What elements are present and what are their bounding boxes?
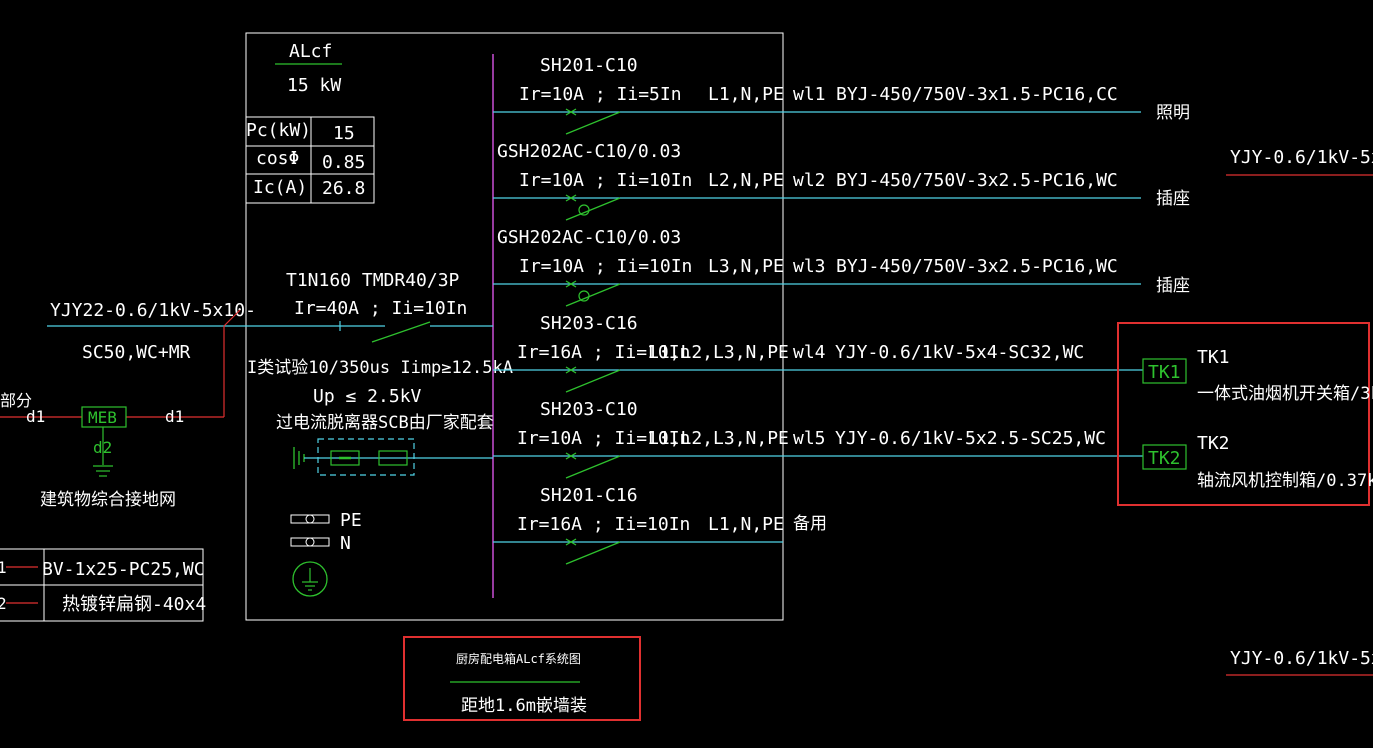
circuit-4-cable: YJY-0.6/1kV-5x4-SC32,WC <box>835 342 1084 363</box>
param-label-ic: Ic(A) <box>253 177 307 198</box>
circuit-spare: SH201-C16 Ir=16A ; Ii=10In L1,N,PE 备用 <box>493 485 827 565</box>
circuit-6-breaker: SH201-C16 <box>540 485 638 506</box>
n-terminal-label: N <box>340 533 351 554</box>
circuit-4-breaker: SH203-C16 <box>540 313 638 334</box>
panel-name: ALcf <box>289 41 332 62</box>
circuit-5-breaker: SH203-C10 <box>540 399 638 420</box>
circuit-2-breaker: GSH202AC-C10/0.03 <box>497 141 681 162</box>
pe-terminal-bar <box>290 514 330 524</box>
circuit-wl5: SH203-C10 Ir=10A ; Ii=10In L1,L2,L3,N,PE… <box>493 399 1143 479</box>
tk2-name: TK2 <box>1197 433 1230 454</box>
incoming-breaker-setting: Ir=40A ; Ii=10In <box>294 298 467 319</box>
n-terminal-bar <box>290 537 330 547</box>
circuit-3-load: 插座 <box>1156 276 1190 296</box>
circuit-3-setting: Ir=10A ; Ii=10In <box>519 256 692 277</box>
param-value-cos: 0.85 <box>322 152 365 173</box>
circuit-wl3: GSH202AC-C10/0.03 Ir=10A ; Ii=10In L3,N,… <box>493 227 1190 307</box>
param-value-pc: 15 <box>333 123 355 144</box>
title-block-subtitle: 距地1.6m嵌墙装 <box>461 696 587 716</box>
panel-power: 15 kW <box>287 75 341 96</box>
incoming-breaker-blade <box>371 321 431 343</box>
ground-label-d1-left: d1 <box>26 407 45 426</box>
param-value-ic: 26.8 <box>322 178 365 199</box>
meb-label: MEB <box>88 408 117 427</box>
circuit-wl4: SH203-C16 Ir=16A ; Ii=10In L1,L2,L3,N,PE… <box>493 313 1143 393</box>
circuit-1-load: 照明 <box>1156 103 1190 123</box>
circuit-1-breaker: SH201-C10 <box>540 55 638 76</box>
circuit-6-phase: L1,N,PE <box>708 514 784 535</box>
incoming-cable-line2: SC50,WC+MR <box>82 342 191 363</box>
parameter-table: Pc(kW) 15 cosΦ 0.85 Ic(A) 26.8 <box>245 116 375 204</box>
legend-code-1: 1 <box>0 558 7 577</box>
earth-symbol-icon <box>93 465 113 477</box>
circuit-2-cable: BYJ-450/750V-3x2.5-PC16,WC <box>836 170 1118 191</box>
circuit-5-id: wl5 <box>793 428 826 449</box>
circuit-1-setting: Ir=10A ; Ii=5In <box>519 84 682 105</box>
circuit-2-load: 插座 <box>1156 189 1190 209</box>
tk1-tag: TK1 <box>1148 362 1181 383</box>
tk2-desc: 轴流风机控制箱/0.37kW <box>1197 471 1373 491</box>
pe-terminal-label: PE <box>340 510 362 531</box>
param-label-cos: cosΦ <box>256 148 299 169</box>
ground-label-d2: d2 <box>93 438 112 457</box>
circuit-3-breaker: GSH202AC-C10/0.03 <box>497 227 681 248</box>
ground-terminal-icon <box>292 561 328 597</box>
circuit-3-phase: L3,N,PE <box>708 256 784 277</box>
ground-label-d1-right: d1 <box>165 407 184 426</box>
circuit-1-cable: BYJ-450/750V-3x1.5-PC16,CC <box>836 84 1118 105</box>
param-label-pc: Pc(kW) <box>246 120 311 141</box>
right-cable-top: YJY-0.6/1kV-5x4 <box>1230 147 1373 168</box>
incoming-breaker-model: T1N160 TMDR40/3P <box>286 270 460 291</box>
circuit-6-load: 备用 <box>793 514 827 534</box>
circuit-1-id: wl1 <box>793 84 826 105</box>
legend-desc-2: 热镀锌扁钢-40x4 <box>62 594 206 615</box>
circuit-3-id: wl3 <box>793 256 826 277</box>
title-block-title: 厨房配电箱ALcf系统图 <box>456 651 581 666</box>
spd-spec-line1: I类试验10/350us Iimp≥12.5kA <box>247 358 513 378</box>
circuit-2-id: wl2 <box>793 170 826 191</box>
circuit-4-phase: L1,L2,L3,N,PE <box>648 342 789 363</box>
circuit-6-setting: Ir=16A ; Ii=10In <box>517 514 690 535</box>
circuit-5-cable: YJY-0.6/1kV-5x2.5-SC25,WC <box>835 428 1106 449</box>
circuit-2-setting: Ir=10A ; Ii=10In <box>519 170 692 191</box>
system-diagram: ALcf 15 kW Pc(kW) 15 cosΦ 0.85 Ic(A) 26.… <box>0 32 1373 721</box>
earth-network-label: 建筑物综合接地网 <box>40 490 176 510</box>
circuit-3-cable: BYJ-450/750V-3x2.5-PC16,WC <box>836 256 1118 277</box>
legend-desc-1: BV-1x25-PC25,WC <box>42 559 205 580</box>
circuit-wl2: GSH202AC-C10/0.03 Ir=10A ; Ii=10In L2,N,… <box>493 141 1190 221</box>
spd-spec-line2: Up ≤ 2.5kV <box>313 386 422 407</box>
legend-code-2: 2 <box>0 594 7 613</box>
incoming-cable-line1: YJY22-0.6/1kV-5x10- <box>50 300 256 321</box>
tk1-desc: 一体式油烟机开关箱/3kW <box>1197 384 1373 404</box>
circuit-5-phase: L1,L2,L3,N,PE <box>648 428 789 449</box>
tk1-name: TK1 <box>1197 347 1230 368</box>
circuit-2-phase: L2,N,PE <box>708 170 784 191</box>
circuit-1-phase: L1,N,PE <box>708 84 784 105</box>
spd-spec-line3: 过电流脱离器SCB由厂家配套 <box>276 413 494 433</box>
legend-table: 1 BV-1x25-PC25,WC 2 热镀锌扁钢-40x4 <box>0 548 206 622</box>
circuit-4-id: wl4 <box>793 342 826 363</box>
tk2-tag: TK2 <box>1148 448 1181 469</box>
spd-symbol-icon <box>293 438 493 476</box>
right-cable-bottom: YJY-0.6/1kV-5x2 <box>1230 648 1373 669</box>
circuit-wl1: SH201-C10 Ir=10A ; Ii=5In L1,N,PE wl1 BY… <box>493 55 1190 135</box>
